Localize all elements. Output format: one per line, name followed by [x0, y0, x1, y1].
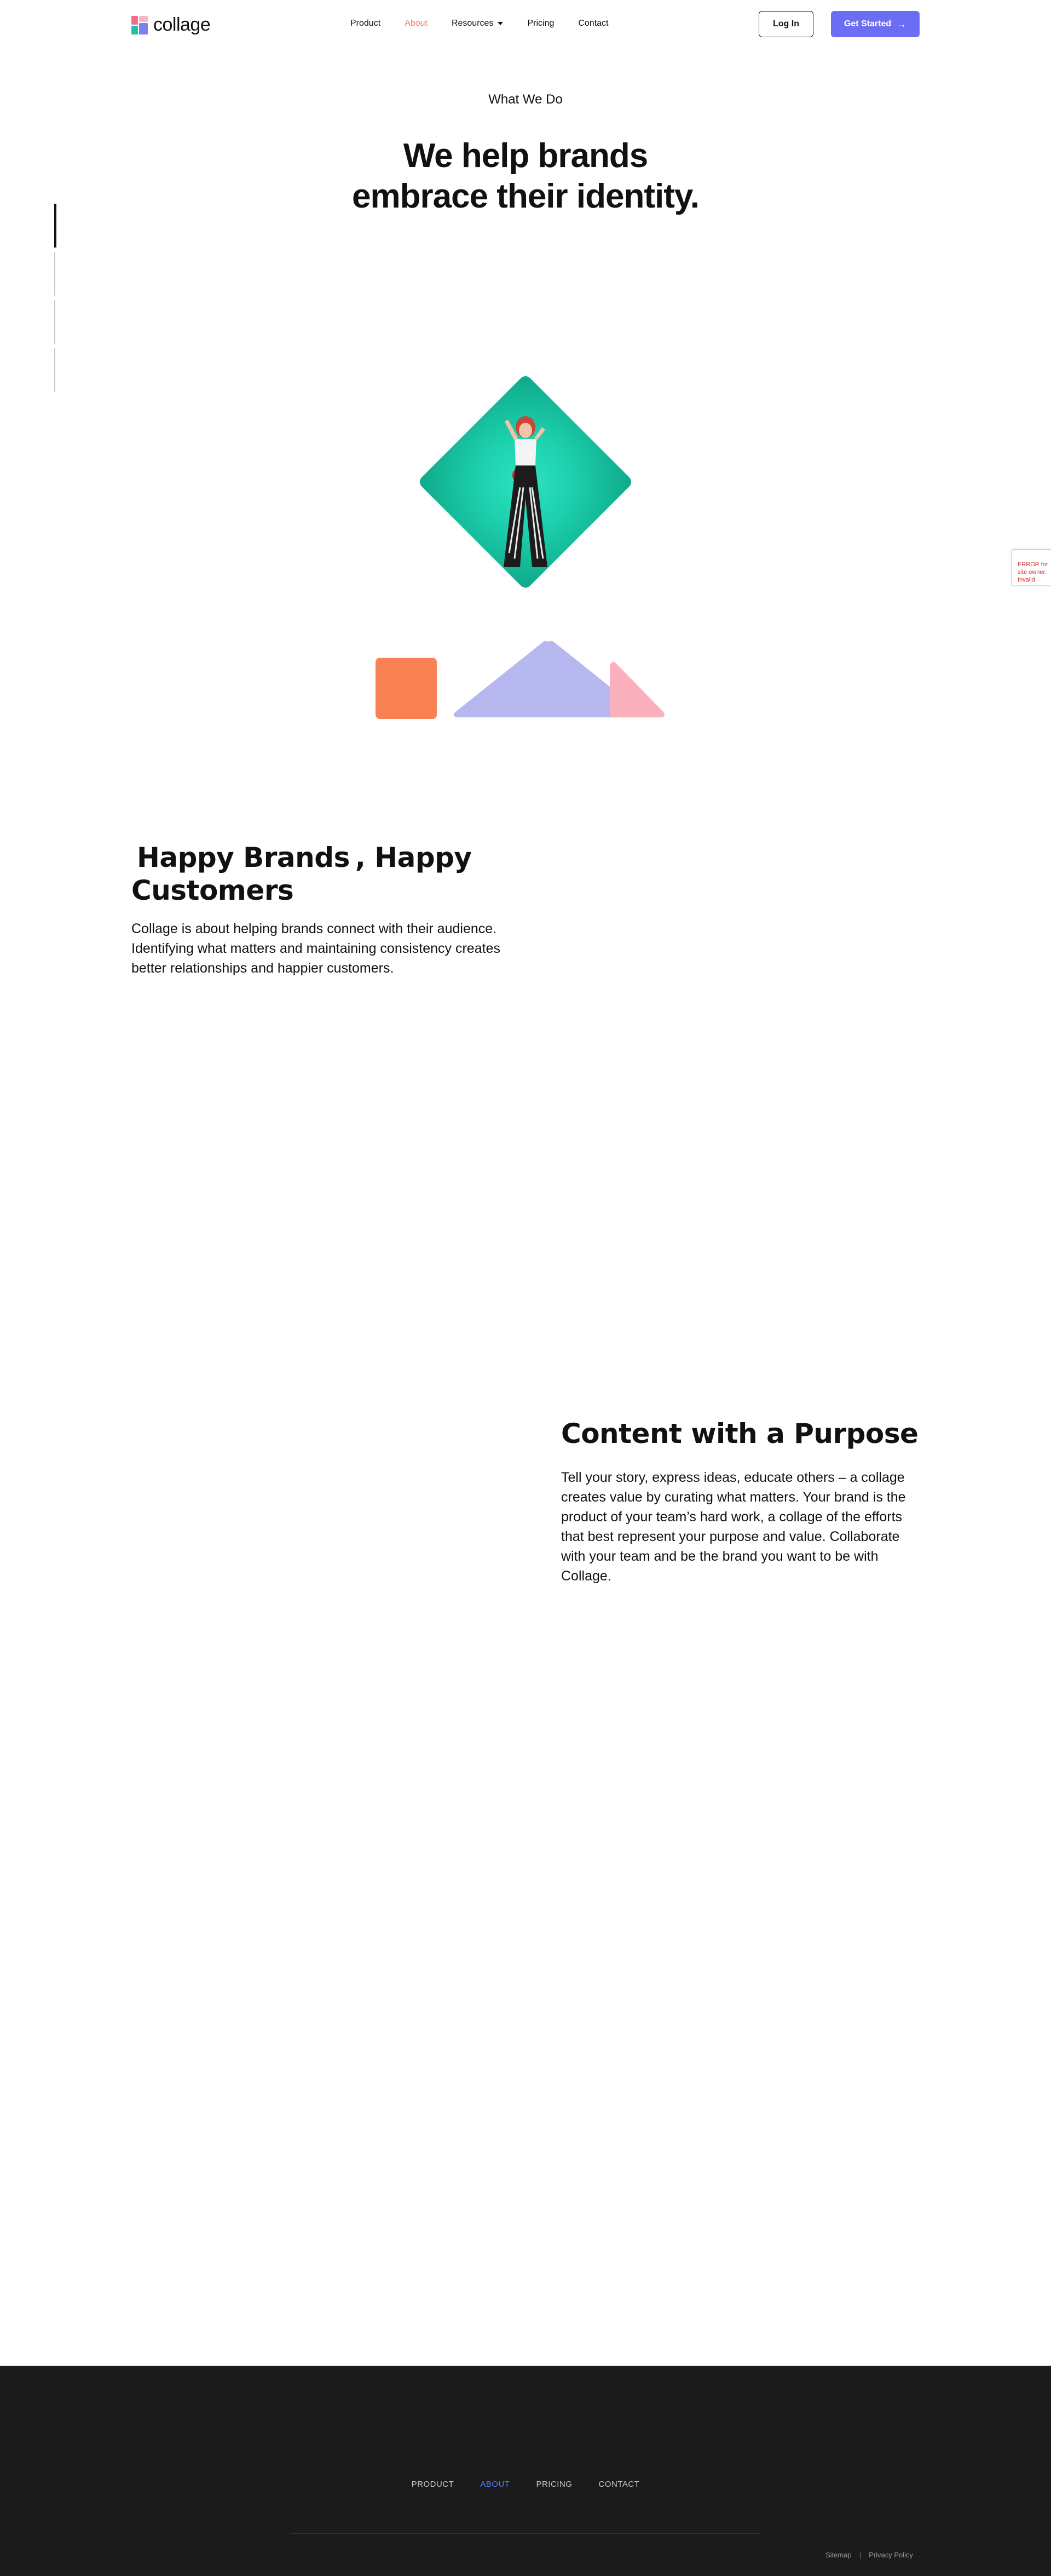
footer-link-contact[interactable]: CONTACT: [598, 2480, 639, 2489]
section-title-happy-brands: Happy Brands, Happy Customers: [131, 841, 482, 907]
privacy-policy-link[interactable]: Privacy Policy: [869, 2551, 913, 2559]
footer-link-pricing[interactable]: PRICING: [536, 2480, 572, 2489]
nav-item-contact[interactable]: Contact: [578, 19, 608, 28]
hero-title-line2: embrace their identity.: [352, 177, 700, 215]
progress-step[interactable]: [54, 348, 55, 392]
nav-item-about[interactable]: About: [405, 19, 428, 28]
nav-item-resources-label: Resources: [451, 19, 494, 28]
caret-down-icon: [498, 22, 504, 25]
legal-separator: |: [859, 2551, 862, 2559]
recaptcha-error-badge[interactable]: ERROR for site owner: Invalid domain for…: [1012, 549, 1051, 585]
section-body-content-purpose: Tell your story, express ideas, educate …: [561, 1470, 906, 1584]
site-footer: PRODUCT ABOUT PRICING CONTACT Sitemap | …: [0, 2366, 1051, 2576]
get-started-button[interactable]: Get Started →: [831, 11, 920, 37]
get-started-label: Get Started: [844, 19, 892, 28]
login-button[interactable]: Log In: [759, 11, 813, 37]
footer-legal: Sitemap | Privacy Policy: [825, 2551, 913, 2559]
footer-link-about[interactable]: ABOUT: [480, 2480, 510, 2489]
section-eyebrow: What We Do: [488, 92, 563, 107]
nav-item-pricing[interactable]: Pricing: [527, 19, 554, 28]
logo-mark-icon: [131, 15, 149, 34]
progress-step[interactable]: [54, 300, 55, 344]
sitemap-link[interactable]: Sitemap: [825, 2551, 852, 2559]
nav-item-product[interactable]: Product: [350, 19, 380, 28]
woman-figure-illustration: [504, 416, 547, 567]
progress-step[interactable]: [54, 252, 55, 296]
pink-triangle-shape: [610, 662, 665, 717]
hero-image: [417, 373, 634, 590]
orange-square-shape: [376, 658, 437, 719]
hero-title-line1: We help brands: [403, 137, 648, 175]
progress-step[interactable]: [54, 204, 56, 248]
section-progress: [54, 204, 56, 396]
arrow-right-icon: →: [897, 18, 907, 30]
footer-link-product[interactable]: PRODUCT: [412, 2480, 454, 2489]
brand-logo[interactable]: collage: [131, 14, 211, 36]
section-body-happy-brands: Collage is about helping brands connect …: [131, 921, 500, 976]
nav-item-resources[interactable]: Resources: [451, 19, 504, 28]
title-highlight: Happy Brands: [131, 841, 355, 874]
brand-name: collage: [153, 14, 211, 35]
footer-divider: [290, 2533, 761, 2534]
main-nav: Product About Resources Pricing Contact: [350, 19, 632, 28]
section-title-content-purpose: Content with a Purpose: [561, 1418, 919, 1450]
hero-title: We help brands embrace their identity.: [307, 136, 744, 217]
site-header: collage Product About Resources Pricing …: [0, 0, 1051, 48]
footer-nav: PRODUCT ABOUT PRICING CONTACT: [0, 2480, 1051, 2489]
